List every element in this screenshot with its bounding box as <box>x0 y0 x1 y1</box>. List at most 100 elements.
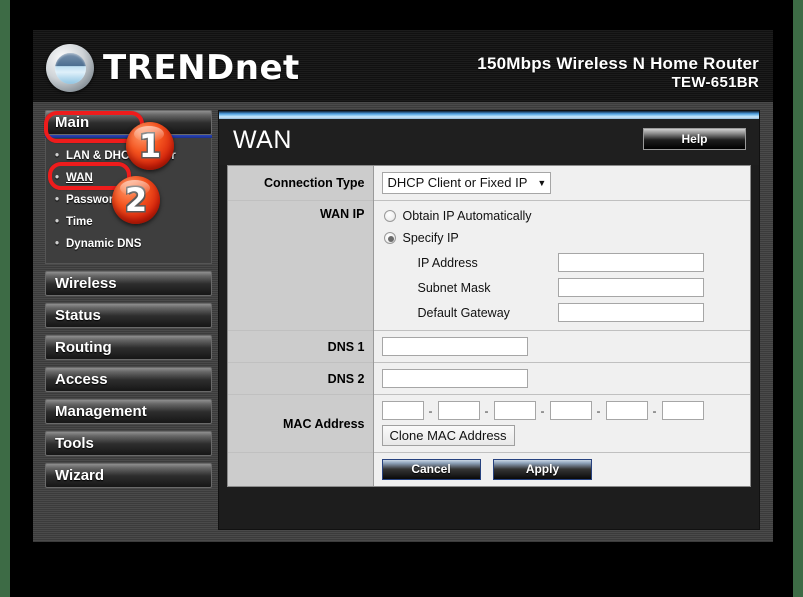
sidebar-item-access[interactable]: Access <box>45 367 212 392</box>
wan-ip-label: WAN IP <box>228 200 374 331</box>
mac-separator: - <box>652 403 657 418</box>
radio-obtain-label: Obtain IP Automatically <box>402 209 532 223</box>
mac-separator: - <box>596 403 601 418</box>
connection-type-label: Connection Type <box>228 166 374 201</box>
mac-octet-4[interactable] <box>549 401 592 420</box>
default-gateway-input[interactable] <box>557 303 704 322</box>
cancel-button[interactable]: Cancel <box>381 459 481 480</box>
sidebar-subitem-label: Time <box>66 216 93 228</box>
mac-address-cell: - - - - - Clone MAC Address <box>373 394 750 453</box>
table-row-wan-ip: WAN IP Obtain IP Automatically Specify I… <box>228 200 750 331</box>
table-row-mac-address: MAC Address - - - - - Clone MAC Address <box>228 394 750 453</box>
sidebar-nav: Main LAN & DHCP Server WAN Password Time… <box>45 110 212 495</box>
actions-spacer <box>228 452 374 486</box>
radio-specify-label: Specify IP <box>402 231 459 245</box>
table-row-actions: Cancel Apply <box>228 452 750 486</box>
sidebar-item-management[interactable]: Management <box>45 399 212 424</box>
mac-separator: - <box>540 403 545 418</box>
clone-mac-address-button[interactable]: Clone MAC Address <box>381 425 515 446</box>
sidebar-subitem-label: Password <box>66 194 121 206</box>
chevron-down-icon: ▼ <box>537 178 547 188</box>
wan-settings-table: Connection Type ▼ DHCP Client or Fixed I… <box>228 166 750 486</box>
sidebar-item-time[interactable]: Time <box>46 211 211 233</box>
connection-type-select[interactable]: ▼ DHCP Client or Fixed IP <box>381 172 552 194</box>
default-gateway-label: Default Gateway <box>417 305 510 320</box>
sidebar-item-label: Management <box>55 403 147 420</box>
sidebar-item-dynamic-dns[interactable]: Dynamic DNS <box>46 233 211 255</box>
main-content-panel: WAN Help Connection Type ▼ DHCP Client o… <box>218 110 760 530</box>
sidebar-item-label: Routing <box>55 339 112 356</box>
sidebar-submenu-main: LAN & DHCP Server WAN Password Time Dyna… <box>45 138 212 264</box>
sidebar-subitem-label: LAN & DHCP Server <box>66 150 176 162</box>
logo-wave-glyph <box>54 52 86 84</box>
wan-ip-cell: Obtain IP Automatically Specify IP IP Ad… <box>373 200 750 331</box>
table-row-connection-type: Connection Type ▼ DHCP Client or Fixed I… <box>228 166 750 201</box>
brand-logo[interactable]: TRENDnet <box>46 44 300 92</box>
sidebar-item-wan[interactable]: WAN <box>46 167 211 189</box>
panel-title-row: WAN Help <box>219 119 759 165</box>
sidebar-item-wizard[interactable]: Wizard <box>45 463 212 488</box>
trendnet-wave-logo-icon <box>46 44 94 92</box>
brand-name: TRENDnet <box>103 48 300 88</box>
site-header: TRENDnet 150Mbps Wireless N Home Router … <box>33 30 773 102</box>
wan-settings-form: Connection Type ▼ DHCP Client or Fixed I… <box>227 165 751 487</box>
apply-button[interactable]: Apply <box>492 459 592 480</box>
screenshot-root: TRENDnet 150Mbps Wireless N Home Router … <box>0 0 803 597</box>
table-row-dns2: DNS 2 <box>228 362 750 395</box>
mac-octet-2[interactable] <box>437 401 480 420</box>
mac-octet-3[interactable] <box>493 401 536 420</box>
sidebar-subitem-label: WAN <box>66 172 93 184</box>
radio-button-selected-icon[interactable] <box>383 232 396 244</box>
router-admin-ui: TRENDnet 150Mbps Wireless N Home Router … <box>33 30 773 542</box>
page-edge-right <box>793 0 803 597</box>
ip-address-input[interactable] <box>557 253 704 272</box>
field-row-subnet-mask: Subnet Mask <box>418 278 745 297</box>
sidebar-item-status[interactable]: Status <box>45 303 212 328</box>
dns1-input[interactable] <box>381 337 528 356</box>
sidebar-subitem-label: Dynamic DNS <box>66 238 142 250</box>
model-description: 150Mbps Wireless N Home Router <box>477 54 759 73</box>
mac-separator: - <box>484 403 489 418</box>
sidebar-item-label: Wireless <box>55 275 117 292</box>
radio-specify-ip[interactable]: Specify IP <box>383 231 745 245</box>
sidebar-item-label: Access <box>55 371 108 388</box>
panel-accent-bar <box>219 111 759 119</box>
page-edge-left <box>0 0 10 597</box>
ip-fields-group: IP Address Subnet Mask Default Gateway <box>418 253 745 322</box>
connection-type-cell: ▼ DHCP Client or Fixed IP <box>373 166 750 201</box>
mac-address-label: MAC Address <box>228 394 374 453</box>
dns2-label: DNS 2 <box>228 362 374 395</box>
sidebar-item-password[interactable]: Password <box>46 189 211 211</box>
ip-address-label: IP Address <box>417 255 478 270</box>
radio-button-icon[interactable] <box>383 210 396 222</box>
mac-octet-5[interactable] <box>605 401 648 420</box>
sidebar-item-routing[interactable]: Routing <box>45 335 212 360</box>
dns2-input[interactable] <box>381 369 528 388</box>
sidebar-item-label: Status <box>55 307 101 324</box>
sidebar-item-main-label: Main <box>55 114 90 131</box>
sidebar-item-tools[interactable]: Tools <box>45 431 212 456</box>
mac-octet-1[interactable] <box>381 401 424 420</box>
subnet-mask-label: Subnet Mask <box>417 280 491 295</box>
field-row-ip-address: IP Address <box>418 253 745 272</box>
dns1-cell <box>373 330 750 363</box>
radio-obtain-ip-automatically[interactable]: Obtain IP Automatically <box>383 209 745 223</box>
model-number: TEW-651BR <box>671 74 759 91</box>
table-row-dns1: DNS 1 <box>228 330 750 363</box>
sidebar-item-label: Wizard <box>55 467 105 484</box>
dns1-label: DNS 1 <box>228 330 374 363</box>
mac-octet-6[interactable] <box>661 401 704 420</box>
actions-cell: Cancel Apply <box>373 452 750 486</box>
connection-type-value: DHCP Client or Fixed IP <box>387 175 528 190</box>
help-button[interactable]: Help <box>643 128 746 150</box>
dns2-cell <box>373 362 750 395</box>
sidebar-item-lan-dhcp-server[interactable]: LAN & DHCP Server <box>46 145 211 167</box>
field-row-default-gateway: Default Gateway <box>418 303 745 322</box>
mac-octet-group: - - - - - <box>381 401 745 420</box>
mac-separator: - <box>428 403 433 418</box>
sidebar-item-wireless[interactable]: Wireless <box>45 271 212 296</box>
model-info: 150Mbps Wireless N Home Router TEW-651BR <box>477 54 759 92</box>
sidebar-item-main[interactable]: Main <box>45 110 212 135</box>
subnet-mask-input[interactable] <box>557 278 704 297</box>
page-title: WAN <box>233 126 292 154</box>
